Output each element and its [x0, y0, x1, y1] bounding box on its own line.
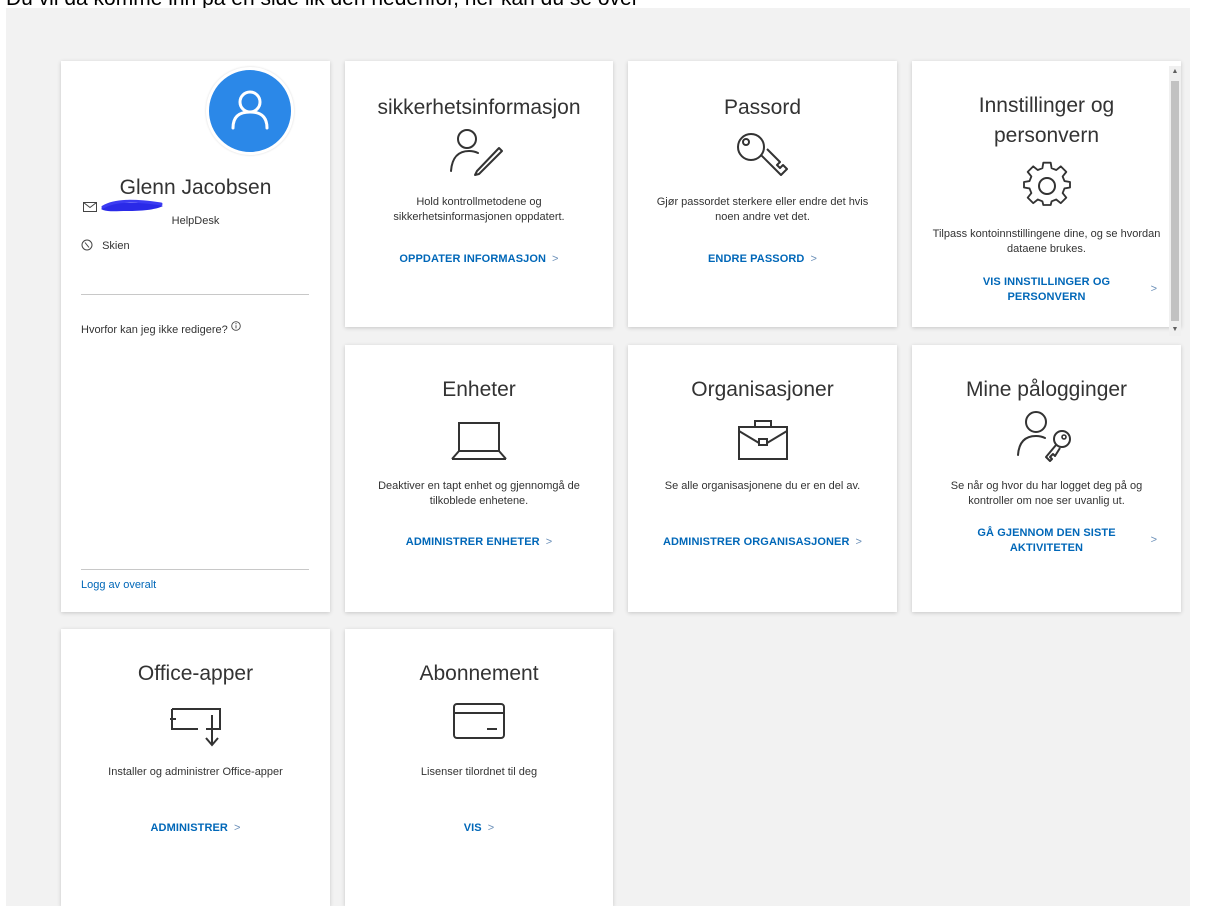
person-key-icon [1016, 411, 1071, 462]
action-label: ADMINISTRER ENHETER [405, 536, 540, 548]
review-activity-link[interactable]: GÅ GJENNOM DEN SISTE AKTIVITETEN [952, 526, 1141, 556]
person-edit-icon [450, 129, 503, 176]
card-password: Passord Gjør passordet sterkere eller en… [628, 61, 897, 327]
location-icon [81, 239, 93, 251]
card-title: sikkerhetsinformasjon [377, 96, 581, 119]
my-account-page: Glenn Jacobsen HelpDesk Skien Hvorfor ka… [6, 8, 1190, 906]
location-label: Skien [102, 240, 130, 252]
profile-role: HelpDesk [171, 215, 220, 227]
card-title: Enheter [442, 378, 516, 401]
chevron-right-icon: > [810, 253, 817, 265]
card-organizations: Organisasjoner Se alle organisasjonene d… [628, 345, 897, 612]
scrollbar-thumb[interactable] [1171, 81, 1179, 321]
view-settings-link[interactable]: VIS INNSTILLINGER OG PERSONVERN [952, 275, 1141, 305]
card-description: Tilpass kontoinnstillingene dine, og se … [932, 228, 1161, 255]
card-title: Passord [723, 96, 802, 119]
card-security-info: sikkerhetsinformasjon Hold kontrollmetod… [345, 61, 613, 327]
card-my-signins: Mine pålogginger Se når og hvor du har l… [912, 345, 1181, 612]
card-description: Hold kontrollmetodene og sikkerhetsinfor… [393, 196, 565, 223]
chevron-right-icon: > [855, 536, 863, 548]
person-icon [231, 90, 269, 130]
chevron-right-icon: > [545, 536, 553, 548]
card-settings-privacy: Innstillinger og personvern Tilpass kont… [912, 61, 1181, 327]
credit-card-icon [453, 703, 505, 739]
chevron-right-icon: > [1150, 283, 1157, 295]
card-office-apps: Office-apper Installer og administrer Of… [61, 629, 330, 906]
chevron-right-icon: > [552, 253, 559, 265]
card-title: Organisasjoner [691, 378, 834, 401]
card-description: Installer og administrer Office-apper [108, 766, 283, 778]
laptop-icon [451, 422, 507, 460]
change-password-link[interactable]: ENDRE PASSORD > [644, 252, 881, 267]
card-description: Deaktiver en tapt enhet og gjennomgå de … [378, 480, 580, 507]
chevron-right-icon: > [233, 822, 241, 834]
signout-divider [81, 569, 309, 570]
action-label: VIS [463, 822, 482, 834]
signout-everywhere-link[interactable]: Logg av overalt [81, 579, 156, 591]
manage-office-link[interactable]: ADMINISTRER > [77, 821, 314, 836]
scroll-down-arrow-icon[interactable]: ▼ [1169, 324, 1181, 336]
card-title: Abonnement [419, 662, 539, 685]
action-label: OPPDATER INFORMASJON [399, 253, 547, 265]
profile-card: Glenn Jacobsen HelpDesk Skien Hvorfor ka… [61, 61, 330, 612]
why-edit-label: Hvorfor kan jeg ikke redigere? [81, 324, 228, 336]
chevron-right-icon: > [1150, 534, 1157, 546]
manage-devices-link[interactable]: ADMINISTRER ENHETER > [361, 535, 597, 550]
profile-divider [81, 294, 309, 295]
key-icon [736, 133, 788, 176]
info-icon[interactable] [231, 321, 241, 331]
card-devices: Enheter Deaktiver en tapt enhet og gjenn… [345, 345, 613, 612]
card-subscriptions: Abonnement Lisenser tilordnet til deg VI… [345, 629, 613, 906]
avatar[interactable] [206, 67, 294, 155]
gear-icon [1022, 161, 1071, 206]
card-description: Se når og hvor du har logget deg på og k… [950, 480, 1143, 507]
action-label: VIS INNSTILLINGER OG PERSONVERN [982, 276, 1111, 303]
view-subscriptions-link[interactable]: VIS > [361, 821, 597, 836]
action-label: ADMINISTRER ORGANISASJONER [662, 536, 850, 548]
card-description: Se alle organisasjonene du er en del av. [664, 480, 861, 492]
scroll-up-arrow-icon[interactable]: ▲ [1169, 66, 1181, 78]
action-label: GÅ GJENNOM DEN SISTE AKTIVITETEN [977, 527, 1116, 554]
profile-location: Skien [81, 239, 130, 252]
card-title: Office-apper [137, 662, 254, 685]
why-edit: Hvorfor kan jeg ikke redigere? [81, 321, 241, 336]
briefcase-icon [737, 420, 788, 460]
action-label: ADMINISTRER [150, 822, 228, 834]
chevron-right-icon: > [487, 822, 495, 834]
mail-icon [83, 202, 97, 212]
card-description: Gjør passordet sterkere eller endre det … [656, 196, 869, 223]
card-title: Mine pålogginger [965, 378, 1128, 401]
card-description: Lisenser tilordnet til deg [420, 766, 538, 778]
manage-organizations-link[interactable]: ADMINISTRER ORGANISASJONER > [644, 535, 881, 550]
action-label: ENDRE PASSORD [708, 253, 805, 265]
update-info-link[interactable]: OPPDATER INFORMASJON > [361, 252, 597, 267]
scrollbar[interactable]: ▲ ▼ [1169, 66, 1181, 336]
redacted-email-scribble [101, 199, 163, 212]
card-title: Innstillinger og personvern [978, 94, 1115, 147]
download-device-icon [169, 708, 221, 747]
